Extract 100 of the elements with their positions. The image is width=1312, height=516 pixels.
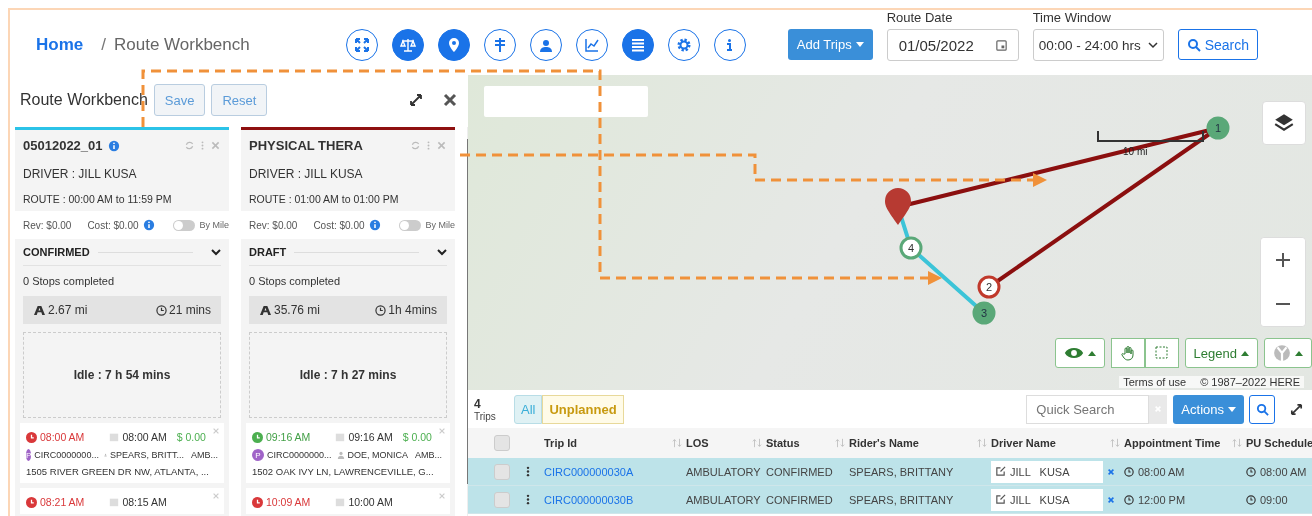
clock-icon (1246, 466, 1256, 477)
breadcrumb-current: Route Workbench (113, 34, 250, 55)
toolbar-button[interactable] (437, 28, 470, 61)
toolbar-button[interactable] (621, 28, 654, 61)
expand-icon[interactable] (1289, 401, 1304, 417)
person-icon (336, 451, 345, 459)
quick-search-field[interactable]: Quick Search (1026, 394, 1150, 424)
home-link[interactable]: Home (36, 34, 84, 55)
chevron-down-icon[interactable] (211, 247, 221, 257)
column-header[interactable]: Trip Id (544, 437, 577, 449)
map-search-field[interactable] (484, 86, 648, 117)
toggle-label: By Mile (425, 220, 455, 230)
info-icon[interactable] (107, 139, 120, 152)
visibility-button[interactable] (1054, 338, 1105, 368)
expand-icon[interactable] (408, 92, 424, 108)
rider-name: DOE, MONICA (347, 450, 409, 460)
route-time-text: ROUTE : 00:00 AM to 11:59 PM (23, 191, 173, 207)
select-area-button[interactable] (1144, 338, 1179, 368)
toggle-switch[interactable] (173, 219, 196, 231)
stops-text: 0 Stops completed (249, 274, 342, 289)
layers-button[interactable] (1262, 101, 1306, 145)
close-icon[interactable] (442, 92, 458, 108)
appointment-time: 08:15 AM (122, 496, 167, 508)
column-header[interactable]: Rider's Name (849, 437, 919, 449)
legend-button[interactable]: Legend (1184, 338, 1258, 368)
distance-text: 35.76 mi (274, 303, 321, 317)
revenue-text: Rev: $0.00 (249, 219, 298, 231)
refresh-icon[interactable] (184, 140, 195, 151)
address-text: 1502 OAK IVY LN, LAWRENCEVILLE, G... (252, 466, 435, 477)
driver-field[interactable]: JILL KUSA (991, 460, 1103, 483)
trip-count: 4 (474, 396, 482, 411)
scale-icon (399, 36, 416, 53)
map-style-button[interactable] (1264, 338, 1312, 368)
appointment-time: 08:00 AM (122, 431, 167, 443)
chevron-down-icon (1147, 40, 1158, 50)
toolbar-button[interactable] (667, 28, 700, 61)
toggle-switch[interactable] (399, 219, 422, 231)
stop-marker[interactable]: 2 (977, 275, 1001, 299)
column-header[interactable]: Status (766, 437, 800, 449)
column-header[interactable]: Driver Name (991, 437, 1056, 449)
column-header[interactable]: Appointment Time (1124, 437, 1221, 449)
address-text: 1505 RIVER GREEN DR NW, ATLANTA, ... (26, 466, 210, 477)
stop-marker[interactable]: 1 (1206, 116, 1230, 140)
toolbar-button[interactable] (713, 28, 746, 61)
row-checkbox[interactable] (494, 491, 510, 508)
time-window-select[interactable]: 00:00 - 24:00 hrs (1032, 29, 1164, 61)
trip-item[interactable]: 08:00 AM 08:00 AM $ 0.00 P CIRC0000000... SPEARS, BRITT... AMB... 1505 RIVER GREEN DR NW, ATLANTA, ... (20, 423, 224, 483)
toolbar-button[interactable] (529, 28, 562, 61)
column-header[interactable]: LOS (686, 437, 709, 449)
person-icon (103, 451, 107, 459)
caret-icon (855, 42, 864, 47)
route-date-field[interactable]: 01/05/2022 (886, 29, 1019, 61)
stop-marker[interactable]: 4 (899, 236, 923, 260)
route-name: 05012022_01 (23, 138, 103, 153)
expand-icon (353, 36, 370, 53)
trip-item[interactable]: 10:09 AM 10:00 AM (246, 488, 450, 514)
los-text: AMB... (415, 450, 443, 460)
toolbar-button[interactable] (345, 28, 378, 61)
refresh-icon[interactable] (410, 140, 421, 151)
globe-icon (1273, 344, 1291, 362)
close-icon[interactable] (1107, 467, 1115, 476)
chevron-down-icon[interactable] (437, 247, 447, 257)
location-pin-icon[interactable] (885, 188, 911, 225)
info-icon[interactable] (368, 219, 381, 231)
table-cell: SPEARS, BRITTANY (849, 493, 954, 506)
toolbar-button[interactable] (391, 28, 424, 61)
row-checkbox[interactable] (494, 463, 510, 480)
select-all-checkbox[interactable] (494, 435, 510, 451)
more-icon[interactable] (526, 466, 530, 477)
terms-link[interactable]: Terms of use (1123, 376, 1187, 388)
eta-time: 08:21 AM (40, 496, 85, 508)
table-row[interactable]: CIRC000000030B AMBULATORY CONFIRMED SPEARS, BRITTANY JILL KUSA 12:00 PM 09:00 (468, 486, 1312, 514)
trip-item[interactable]: 09:16 AM 09:16 AM $ 0.00 P CIRC0000000... DOE, MONICA AMB... 1502 OAK IVY LN, LAWRENCEVILLE, G... (246, 423, 450, 483)
search-button[interactable] (1249, 394, 1275, 424)
close-icon[interactable] (1107, 495, 1115, 504)
toolbar-button[interactable] (483, 28, 516, 61)
stop-marker[interactable]: 3 (972, 301, 996, 325)
more-icon[interactable] (526, 494, 530, 505)
search-button[interactable]: Search (1177, 29, 1258, 60)
hand-icon (1119, 345, 1136, 361)
trip-count-label: Trips (474, 410, 497, 422)
info-icon[interactable] (142, 219, 155, 231)
idle-text: Idle : 7 h 54 mins (73, 368, 171, 382)
table-row[interactable]: CIRC000000030A AMBULATORY CONFIRMED SPEARS, BRITTANY JILL KUSA 08:00 AM 08:00 AM (468, 458, 1312, 486)
toolbar-button[interactable] (575, 28, 608, 61)
distance-text: 2.67 mi (48, 303, 88, 317)
toggle-label: By Mile (199, 220, 229, 230)
table-cell: 08:00 AM (1138, 465, 1185, 478)
arrow-head (1033, 173, 1047, 187)
road-icon (259, 304, 272, 316)
pickup-badge: P (26, 449, 32, 461)
edit-icon (995, 494, 1006, 505)
driver-field[interactable]: JILL KUSA (991, 488, 1103, 511)
los-text: AMB... (191, 450, 218, 460)
road-icon (33, 304, 46, 316)
route-name: PHYSICAL THERA (249, 138, 363, 153)
eta-time: 08:00 AM (40, 431, 85, 443)
pan-button[interactable] (1110, 338, 1145, 368)
trip-item[interactable]: 08:21 AM 08:15 AM (20, 488, 224, 514)
column-header[interactable]: PU Schedule (1246, 437, 1312, 449)
